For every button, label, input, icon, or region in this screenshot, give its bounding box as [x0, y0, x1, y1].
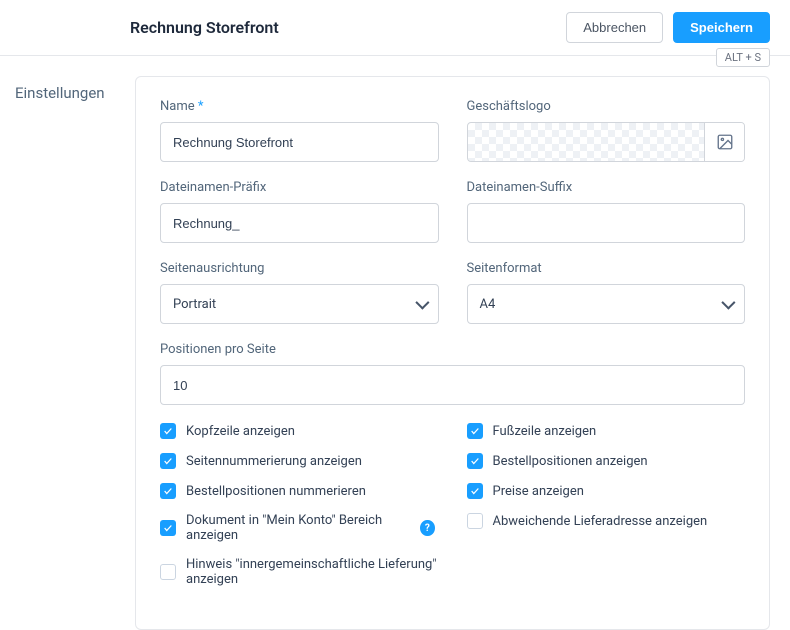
section-label: Einstellungen — [15, 76, 115, 630]
checkbox-label: Kopfzeile anzeigen — [186, 424, 295, 439]
checkbox-item: Hinweis "innergemeinschaftliche Lieferun… — [160, 557, 439, 587]
orientation-value: Portrait — [173, 297, 216, 312]
prefix-input[interactable] — [160, 203, 439, 243]
checkbox-item: Bestellpositionen anzeigen — [467, 453, 746, 469]
page-header: Rechnung Storefront Abbrechen Speichern … — [0, 0, 790, 56]
checkbox-item: Fußzeile anzeigen — [467, 423, 746, 439]
chevron-down-icon — [415, 296, 429, 310]
checkbox[interactable] — [160, 564, 176, 580]
checkbox-label: Dokument in "Mein Konto" Bereich anzeige… — [186, 513, 410, 543]
orientation-label: Seitenausrichtung — [160, 261, 439, 276]
image-icon — [716, 133, 734, 151]
checkbox[interactable] — [467, 453, 483, 469]
help-icon[interactable]: ? — [420, 520, 434, 536]
checkbox-item: Dokument in "Mein Konto" Bereich anzeige… — [160, 513, 439, 543]
checkbox[interactable] — [160, 483, 176, 499]
format-label: Seitenformat — [467, 261, 746, 276]
format-value: A4 — [480, 297, 496, 312]
checkbox-item: Bestellpositionen nummerieren — [160, 483, 439, 499]
cancel-button[interactable]: Abbrechen — [566, 12, 663, 43]
name-input[interactable] — [160, 122, 439, 162]
logo-label: Geschäftslogo — [467, 99, 746, 114]
checkbox-item: Seitennummerierung anzeigen — [160, 453, 439, 469]
checkbox-label: Bestellpositionen nummerieren — [186, 484, 366, 499]
checkbox-item: Abweichende Lieferadresse anzeigen — [467, 513, 746, 529]
prefix-label: Dateinamen-Präfix — [160, 180, 439, 195]
checkbox[interactable] — [467, 483, 483, 499]
checkbox[interactable] — [160, 423, 176, 439]
logo-upload-button[interactable] — [704, 123, 744, 161]
page-title: Rechnung Storefront — [130, 18, 279, 37]
chevron-down-icon — [721, 296, 735, 310]
save-shortcut-badge: ALT + S — [716, 48, 770, 67]
settings-card: Name * Geschäftslogo — [135, 76, 770, 630]
orientation-select[interactable]: Portrait — [160, 284, 439, 324]
checkbox-label: Bestellpositionen anzeigen — [493, 454, 648, 469]
logo-preview — [468, 123, 705, 161]
checkbox-label: Seitennummerierung anzeigen — [186, 454, 362, 469]
checkbox-label: Preise anzeigen — [493, 484, 584, 499]
suffix-label: Dateinamen-Suffix — [467, 180, 746, 195]
checkbox-item: Preise anzeigen — [467, 483, 746, 499]
checkbox[interactable] — [467, 513, 483, 529]
checkbox-column-left: Kopfzeile anzeigen Seitennummerierung anz… — [160, 423, 439, 601]
checkbox-label: Abweichende Lieferadresse anzeigen — [493, 514, 708, 529]
checkbox-column-right: Fußzeile anzeigen Bestellpositionen anzei… — [467, 423, 746, 601]
checkbox[interactable] — [467, 423, 483, 439]
format-select[interactable]: A4 — [467, 284, 746, 324]
header-actions: Abbrechen Speichern ALT + S — [566, 12, 770, 43]
perpage-input[interactable] — [160, 365, 745, 405]
checkbox-label: Fußzeile anzeigen — [493, 424, 597, 439]
checkbox[interactable] — [160, 520, 176, 536]
save-button[interactable]: Speichern — [673, 12, 770, 43]
checkbox[interactable] — [160, 453, 176, 469]
perpage-label: Positionen pro Seite — [160, 342, 745, 357]
checkbox-item: Kopfzeile anzeigen — [160, 423, 439, 439]
suffix-input[interactable] — [467, 203, 746, 243]
logo-field — [467, 122, 746, 162]
name-label: Name * — [160, 99, 439, 114]
checkbox-label: Hinweis "innergemeinschaftliche Lieferun… — [186, 557, 439, 587]
